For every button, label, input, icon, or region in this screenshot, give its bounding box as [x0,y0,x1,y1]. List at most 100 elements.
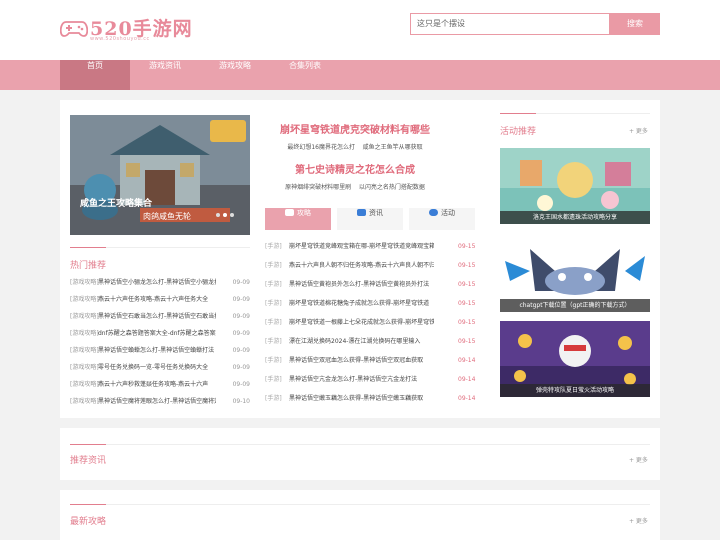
item-category: [游戏攻略] [70,398,99,405]
main-panel: 肉鸽咸鱼无轮 咸鱼之王攻略集合 热门推荐 [游戏攻略] 黑神话悟空小骊龙怎么打-黑… [60,100,660,418]
item-date: 09-15 [458,338,476,345]
activity-section-title: 活动推荐 [500,127,537,137]
main-nav: 首页 游戏资讯 游戏攻略 合集列表 [0,60,720,90]
item-category: [手游] [265,395,282,402]
item-date: 09-09 [232,347,250,354]
item-title: 黑神话悟空双冠血怎么获得-黑神话悟空双冠血获取 [289,357,424,364]
divider-accent [70,444,106,445]
article-list-item[interactable]: [手游] 崩坏星穹铁道一根藤上七朵花成就怎么获得-崩坏星穹铁道 09-15 [265,317,475,329]
item-category: [游戏攻略] [70,364,99,371]
item-category: [手游] [265,338,282,345]
item-category: [游戏攻略] [70,347,99,354]
activity-card[interactable]: 弹壳特攻队夏日萤火活动攻略 [500,321,650,397]
article-list-item[interactable]: [手游] 黑神话悟空亢金龙怎么打-黑神话悟空亢金龙打法 09-14 [265,374,475,386]
article-list-item[interactable]: [手游] 崩坏星穹铁道棉花糖兔子成就怎么获得-崩坏星穹铁道 09-15 [265,298,475,310]
activity-card[interactable]: chatgpt下载位置（gpt正确的下载方式） [500,241,650,312]
hot-list-item[interactable]: [游戏攻略] dnf苏醒之森答题答案大全-dnf苏醒之森答案 09-09 [70,328,250,340]
item-title: 黑神话悟空小骊龙怎么打-黑神话悟空小骊龙打法攻略 [98,279,216,286]
hot-section-title: 热门推荐 [70,261,107,271]
sub-link[interactable]: 咸鱼之王鱼竿从哪获取 [363,144,423,151]
latest-section: 最新攻略 + 更多 [60,490,660,540]
item-title: 黑神话悟空石敢当怎么打-黑神话悟空石敢当打法 [98,313,216,320]
item-date: 09-15 [458,319,476,326]
activity-caption: 洛克王国水都遗珠活动攻略分享 [500,211,650,224]
tab-label: 活动 [441,209,455,217]
hot-list-item[interactable]: [游戏攻略] 黑神话悟空魔将莲眼怎么打-黑神话悟空魔将莲眼 09-10 [70,396,250,408]
item-title: 燕云十六声任务攻略-燕云十六声任务大全 [98,296,209,303]
article-list-item[interactable]: [手游] 漂在江湖兑换码2024-漂在江湖兑换码在哪里输入 09-15 [265,336,475,348]
item-category: [游戏攻略] [70,313,99,320]
item-title: 燕云十六声良人朝不归任务攻略-燕云十六声良人朝不归 [289,262,434,269]
gamepad-icon [429,209,438,216]
headline-link[interactable]: 第七史诗精灵之花怎么合成 [260,161,450,176]
tab-label: 攻略 [297,209,311,217]
sub-link[interactable]: 最终幻想16魔界花怎么打 [287,144,355,151]
headline-link[interactable]: 崩坏星穹铁道虎克突破材料有哪些 [260,121,450,136]
search-button[interactable]: 搜索 [610,13,660,35]
slider-overlay-text: 肉鸽咸鱼无轮 [143,211,191,221]
featured-slider[interactable]: 肉鸽咸鱼无轮 咸鱼之王攻略集合 [70,115,250,235]
gamepad-logo-icon [60,21,88,37]
article-list-item[interactable]: [手游] 燕云十六声良人朝不归任务攻略-燕云十六声良人朝不归 09-15 [265,260,475,272]
slider-dot[interactable] [216,213,220,217]
latest-section-title: 最新攻略 [70,517,107,527]
item-category: [手游] [265,281,282,288]
article-list-item[interactable]: [手游] 黑神话悟空双冠血怎么获得-黑神话悟空双冠血获取 09-14 [265,355,475,367]
sub-link[interactable]: 原神烟绯突破材料哪里刷 [285,184,351,191]
recommend-section-title: 推荐资讯 [70,456,107,466]
item-title: 崩坏星穹铁道竞峰观宝箱在哪-崩坏星穹铁道竞峰观宝箱位置 [289,243,434,250]
slider-dot-active[interactable] [223,213,227,217]
hot-list-item[interactable]: [游戏攻略] 黑神话悟空蝜蝂怎么打-黑神话悟空蝜蝂打法 09-09 [70,345,250,357]
more-link[interactable]: + 更多 [629,126,648,135]
divider [70,504,650,505]
tab-guides[interactable]: 攻略 [265,208,331,230]
tab-events[interactable]: 活动 [409,208,475,230]
hot-list-item[interactable]: [游戏攻略] 燕云十六声秒救蓬燚任务攻略-燕云十六声 09-09 [70,379,250,391]
item-category: [游戏攻略] [70,279,99,286]
item-category: [手游] [265,243,282,250]
search-input[interactable]: 这只是个摆设 [410,13,610,35]
item-title: 崩坏星穹铁道棉花糖兔子成就怎么获得-崩坏星穹铁道 [289,300,430,307]
article-list-item[interactable]: [手游] 黑神话悟空黄袍员外怎么打-黑神话悟空黄袍员外打法 09-15 [265,279,475,291]
item-category: [手游] [265,376,282,383]
item-date: 09-09 [232,313,250,320]
item-date: 09-15 [458,281,476,288]
site-header: 520手游网 www.520shouyou.cc 这只是个摆设 搜索 [0,0,720,60]
sub-link[interactable]: 以闪亮之名热门搭配数据 [359,184,425,191]
nav-home[interactable]: 首页 [60,60,130,90]
item-date: 09-15 [458,243,476,250]
more-link[interactable]: + 更多 [629,516,648,525]
nav-game-guides[interactable]: 游戏攻略 [200,60,270,90]
article-list-item[interactable]: [手游] 崩坏星穹铁道竞峰观宝箱在哪-崩坏星穹铁道竞峰观宝箱位置 09-15 [265,241,475,253]
slider-dot[interactable] [230,213,234,217]
activity-caption: chatgpt下载位置（gpt正确的下载方式） [500,299,650,312]
recommend-section: 推荐资讯 + 更多 [60,428,660,480]
item-date: 09-14 [458,395,476,402]
item-category: [手游] [265,319,282,326]
activity-caption: 弹壳特攻队夏日萤火活动攻略 [500,384,650,397]
item-date: 09-09 [232,364,250,371]
item-title: 黑神话悟空亢金龙怎么打-黑神话悟空亢金龙打法 [289,376,418,383]
item-date: 09-14 [458,376,476,383]
monitor-icon [357,209,366,216]
tab-news[interactable]: 资讯 [337,208,403,230]
nav-game-news[interactable]: 游戏资讯 [130,60,200,90]
book-icon [285,209,294,216]
article-list-item[interactable]: [手游] 黑神话悟空嫩玉藕怎么获得-黑神话悟空嫩玉藕获取 09-14 [265,393,475,405]
divider-accent [70,504,106,505]
hot-list-item[interactable]: [游戏攻略] 燕云十六声任务攻略-燕云十六声任务大全 09-09 [70,294,250,306]
divider [70,444,650,445]
hot-list-item[interactable]: [游戏攻略] 黑神话悟空石敢当怎么打-黑神话悟空石敢当打法 09-09 [70,311,250,323]
item-date: 09-09 [232,330,250,337]
more-link[interactable]: + 更多 [629,455,648,464]
activity-card[interactable]: 洛克王国水都遗珠活动攻略分享 [500,148,650,224]
tab-label: 资讯 [369,209,383,217]
hot-list-item[interactable]: [游戏攻略] 零号任务兑换码一览-零号任务兑换码大全 09-09 [70,362,250,374]
divider-accent [70,247,106,248]
slider-dots [213,202,234,221]
item-title: 燕云十六声秒救蓬燚任务攻略-燕云十六声 [98,381,209,388]
nav-collections[interactable]: 合集列表 [270,60,340,90]
site-logo[interactable]: 520手游网 www.520shouyou.cc [60,14,200,44]
item-date: 09-09 [232,296,250,303]
hot-list-item[interactable]: [游戏攻略]黑神话悟空小骊龙怎么打-黑神话悟空小骊龙打法攻略 09-09 [70,277,250,289]
